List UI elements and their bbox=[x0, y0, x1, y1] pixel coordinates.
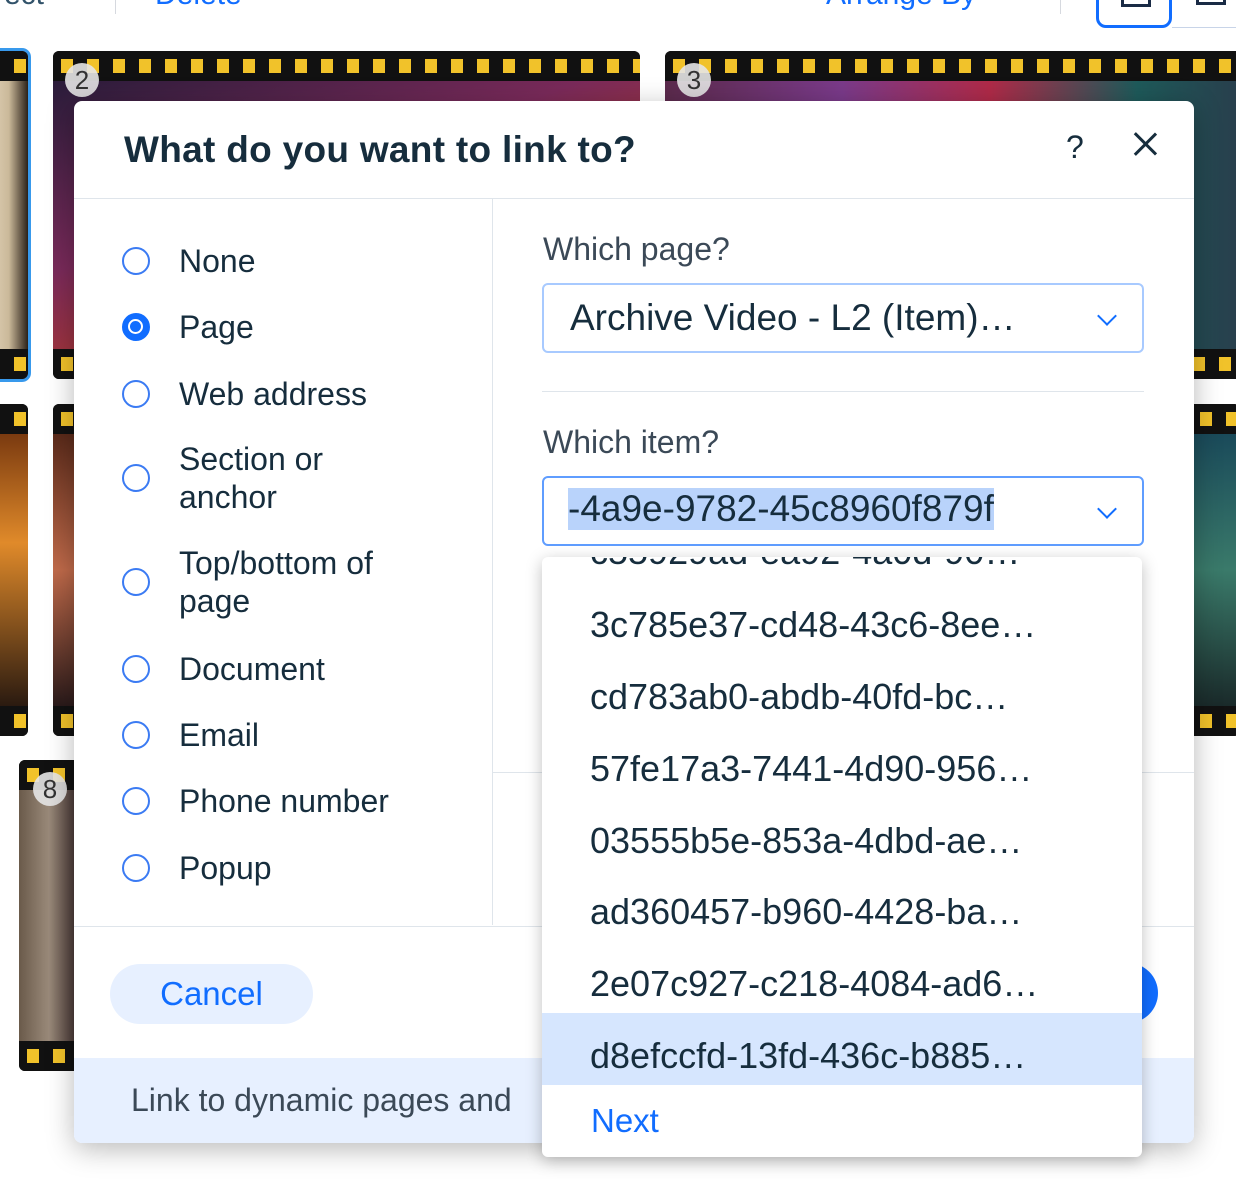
radio-button[interactable] bbox=[122, 464, 150, 492]
thumbnail-image bbox=[0, 434, 28, 706]
chevron-down-icon bbox=[1097, 499, 1117, 519]
link-type-label: Top/bottom of page bbox=[179, 545, 373, 619]
toolbar-divider bbox=[115, 0, 116, 14]
page-select[interactable]: Archive Video - L2 (Item)… bbox=[542, 283, 1144, 353]
close-icon[interactable] bbox=[1132, 131, 1158, 157]
film-strip bbox=[0, 51, 28, 81]
cancel-button[interactable]: Cancel bbox=[110, 964, 313, 1024]
item-option[interactable]: 2e07c927-c218-4084-ad6… bbox=[542, 949, 1142, 1021]
link-type-label: Document bbox=[179, 651, 325, 687]
item-option[interactable]: 57fe17a3-7441-4d90-956… bbox=[542, 734, 1142, 806]
radio-button[interactable] bbox=[122, 655, 150, 683]
toolbar-select-label[interactable]: ect bbox=[4, 0, 44, 12]
info-banner-text: Link to dynamic pages and bbox=[131, 1082, 512, 1118]
radio-button[interactable] bbox=[122, 247, 150, 275]
film-strip bbox=[665, 51, 1236, 81]
next-page-link[interactable]: Next bbox=[591, 1102, 659, 1140]
item-option-label: c55929ad-ea92-4a0d-90… bbox=[590, 557, 1020, 573]
item-option-label: 03555b5e-853a-4dbd-ae… bbox=[590, 820, 1023, 861]
grid-icon bbox=[1121, 0, 1151, 7]
film-strip bbox=[0, 349, 28, 379]
link-type-label: Popup bbox=[179, 850, 272, 886]
film-strip bbox=[19, 1041, 79, 1071]
link-type-label: Phone number bbox=[179, 783, 389, 819]
link-type-none[interactable]: None bbox=[122, 242, 439, 280]
dialog-title: What do you want to link to? bbox=[124, 129, 636, 170]
radio-button[interactable] bbox=[122, 854, 150, 882]
list-view-toggle[interactable] bbox=[1172, 0, 1236, 28]
item-option[interactable]: c55929ad-ea92-4a0d-90… bbox=[542, 557, 1142, 587]
grid-view-toggle[interactable] bbox=[1096, 0, 1172, 28]
chevron-down-icon bbox=[1097, 306, 1117, 326]
which-item-label: Which item? bbox=[543, 424, 720, 460]
video-thumbnail[interactable]: 8 bbox=[19, 760, 79, 1071]
link-type-list: None Page Web address Section or anchor … bbox=[74, 199, 493, 925]
film-strip bbox=[0, 404, 28, 434]
video-thumbnail[interactable] bbox=[0, 48, 31, 382]
item-select[interactable]: -4a9e-9782-45c8960f879f bbox=[542, 476, 1144, 546]
film-strip bbox=[0, 706, 28, 736]
thumbnail-number-badge: 8 bbox=[33, 772, 67, 806]
radio-button[interactable] bbox=[122, 568, 150, 596]
help-icon[interactable]: ? bbox=[1066, 129, 1084, 166]
radio-button-checked[interactable] bbox=[122, 313, 150, 341]
link-type-phone[interactable]: Phone number bbox=[122, 782, 439, 820]
item-select-value[interactable]: -4a9e-9782-45c8960f879f bbox=[568, 488, 1048, 530]
link-type-top-bottom[interactable]: Top/bottom of page bbox=[122, 544, 419, 620]
item-option[interactable]: 3c785e37-cd48-43c6-8ee… bbox=[542, 590, 1142, 662]
item-option[interactable]: 03555b5e-853a-4dbd-ae… bbox=[542, 806, 1142, 878]
item-option-label: cd783ab0-abdb-40fd-bc… bbox=[590, 676, 1009, 717]
item-option-label: 2e07c927-c218-4084-ad6… bbox=[590, 963, 1039, 1004]
link-type-document[interactable]: Document bbox=[122, 650, 439, 688]
page-select-value: Archive Video - L2 (Item)… bbox=[570, 297, 1016, 338]
item-option-label: 3c785e37-cd48-43c6-8ee… bbox=[590, 604, 1037, 645]
toolbar-divider bbox=[1060, 0, 1061, 14]
link-type-web-address[interactable]: Web address bbox=[122, 375, 439, 413]
link-type-label: Page bbox=[179, 309, 254, 345]
thumbnail-number-badge: 2 bbox=[65, 63, 99, 97]
link-type-popup[interactable]: Popup bbox=[122, 849, 439, 887]
item-option-selected[interactable]: d8efccfd-13fd-436c-b885… bbox=[542, 1013, 1142, 1085]
link-type-label: Email bbox=[179, 717, 260, 753]
thumbnail-number-badge: 3 bbox=[677, 63, 711, 97]
item-option-label: ad360457-b960-4428-ba… bbox=[590, 891, 1023, 932]
link-type-page[interactable]: Page bbox=[122, 308, 439, 346]
link-type-section-anchor[interactable]: Section or anchor bbox=[122, 440, 369, 516]
link-type-label: None bbox=[179, 243, 256, 279]
item-options-list: c55929ad-ea92-4a0d-90… 3c785e37-cd48-43c… bbox=[542, 557, 1142, 1157]
video-thumbnail[interactable] bbox=[0, 404, 28, 736]
item-option-label: d8efccfd-13fd-436c-b885… bbox=[590, 1035, 1027, 1076]
dialog-header: What do you want to link to? ? bbox=[74, 101, 1194, 199]
link-type-email[interactable]: Email bbox=[122, 716, 439, 754]
film-strip bbox=[53, 51, 640, 81]
radio-button[interactable] bbox=[122, 721, 150, 749]
link-type-label: Web address bbox=[179, 376, 367, 412]
item-option-label: 57fe17a3-7441-4d90-956… bbox=[590, 748, 1033, 789]
thumbnail-image bbox=[0, 81, 28, 349]
editor-toolbar: ect Delete Arrange By bbox=[0, 0, 1236, 40]
grid-icon bbox=[1196, 0, 1226, 5]
item-select-text: -4a9e-9782-45c8960f879f bbox=[568, 488, 994, 530]
delete-button[interactable]: Delete bbox=[155, 0, 242, 12]
which-page-label: Which page? bbox=[543, 231, 730, 267]
thumbnail-image bbox=[19, 790, 79, 1041]
item-option[interactable]: ad360457-b960-4428-ba… bbox=[542, 877, 1142, 949]
field-divider bbox=[542, 391, 1144, 392]
item-option[interactable]: cd783ab0-abdb-40fd-bc… bbox=[542, 662, 1142, 734]
link-type-label: Section or anchor bbox=[179, 441, 324, 515]
radio-button[interactable] bbox=[122, 787, 150, 815]
arrange-by-button[interactable]: Arrange By bbox=[826, 0, 976, 12]
radio-button[interactable] bbox=[122, 380, 150, 408]
